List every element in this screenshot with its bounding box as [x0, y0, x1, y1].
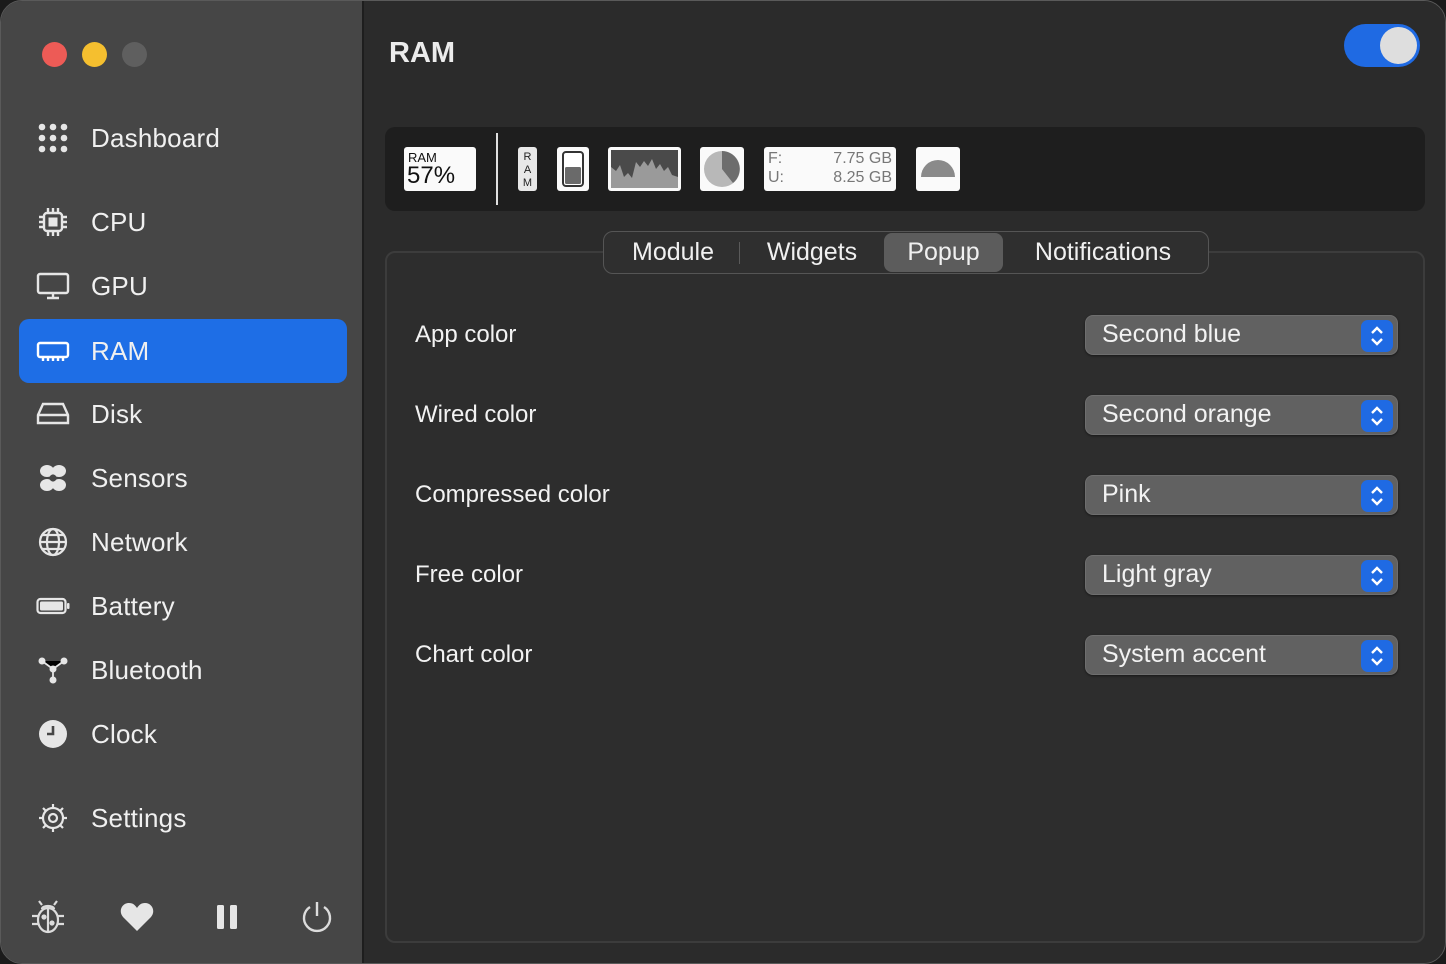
free-color-select[interactable]: Light gray	[1085, 555, 1398, 595]
compressed-color-select[interactable]: Pink	[1085, 475, 1398, 515]
gear-icon	[35, 800, 71, 836]
wired-color-select[interactable]: Second orange	[1085, 395, 1398, 435]
chevron-updown-icon	[1361, 320, 1393, 352]
sidebar-item-label: Dashboard	[91, 122, 220, 153]
dashboard-grid-icon	[35, 120, 71, 156]
wired-color-label: Wired color	[415, 401, 537, 428]
pause-icon[interactable]	[207, 897, 247, 937]
tab-widgets[interactable]: Widgets	[740, 233, 884, 272]
tab-notifications[interactable]: Notifications	[1003, 233, 1203, 272]
minimize-window-button[interactable]	[82, 42, 107, 67]
sidebar-item-label: Sensors	[91, 462, 188, 493]
chart-color-select[interactable]: System accent	[1085, 635, 1398, 675]
pie-chart-icon	[704, 151, 740, 187]
app-color-select[interactable]: Second blue	[1085, 315, 1398, 355]
gpu-display-icon	[35, 268, 71, 304]
bar-chart-icon	[562, 151, 584, 187]
sidebar-item-bluetooth[interactable]: Bluetooth	[19, 638, 347, 702]
globe-icon	[35, 524, 71, 560]
sidebar-footer	[1, 897, 364, 937]
page-title: RAM	[389, 37, 456, 69]
sidebar-item-label: RAM	[91, 335, 150, 366]
sidebar-item-network[interactable]: Network	[19, 510, 347, 574]
app-window: Dashboard CPU GPU RAM Disk Sensors Netwo…	[0, 0, 1446, 964]
line-chart-icon	[611, 150, 678, 188]
sidebar-item-label: Disk	[91, 398, 143, 429]
sidebar-item-label: GPU	[91, 270, 148, 301]
sidebar-item-battery[interactable]: Battery	[19, 574, 347, 638]
widget-divider	[496, 133, 498, 205]
sidebar-item-disk[interactable]: Disk	[19, 382, 347, 446]
close-window-button[interactable]	[42, 42, 67, 67]
tab-popup[interactable]: Popup	[884, 233, 1003, 272]
bluetooth-network-icon	[35, 652, 71, 688]
select-value: System accent	[1102, 640, 1266, 668]
chevron-updown-icon	[1361, 640, 1393, 672]
clock-icon	[35, 716, 71, 752]
used-value: 8.25 GB	[833, 169, 892, 186]
sidebar-item-ram[interactable]: RAM	[19, 319, 347, 383]
gauge-icon	[921, 160, 955, 177]
battery-icon	[35, 588, 71, 624]
ram-module-icon	[35, 333, 71, 369]
bug-icon[interactable]	[28, 897, 68, 937]
sidebar-item-clock[interactable]: Clock	[19, 702, 347, 766]
power-icon[interactable]	[297, 897, 337, 937]
sidebar: Dashboard CPU GPU RAM Disk Sensors Netwo…	[1, 1, 364, 963]
sidebar-item-label: Bluetooth	[91, 654, 203, 685]
sidebar-item-label: Settings	[91, 802, 187, 833]
sidebar-item-gpu[interactable]: GPU	[19, 254, 347, 318]
memory-widget-preview[interactable]: F: 7.75 GB U: 8.25 GB	[764, 147, 896, 191]
fan-icon	[35, 460, 71, 496]
cpu-chip-icon	[35, 204, 71, 240]
free-color-label: Free color	[415, 561, 524, 588]
widget-preview-strip: RAM 57% R A M F: 7.75 GB U: 8.25 GB	[385, 127, 1425, 211]
svg-text:R: R	[524, 151, 532, 163]
free-label: F:	[768, 150, 783, 167]
sidebar-item-label: Battery	[91, 590, 175, 621]
select-value: Second blue	[1102, 320, 1242, 348]
select-value: Second orange	[1102, 400, 1272, 428]
pie-widget-preview[interactable]	[700, 147, 744, 191]
chart-color-label: Chart color	[415, 641, 533, 668]
select-value: Pink	[1102, 480, 1151, 508]
free-value: 7.75 GB	[833, 150, 892, 167]
line-chart-widget-preview[interactable]	[608, 147, 681, 191]
sidebar-item-sensors[interactable]: Sensors	[19, 446, 347, 510]
settings-tabs: Module Widgets Popup Notifications	[603, 231, 1209, 274]
sidebar-item-label: CPU	[91, 206, 147, 237]
speedometer-widget-preview[interactable]	[916, 147, 960, 191]
bar-widget-preview[interactable]	[557, 147, 589, 191]
mini-widget-preview[interactable]: RAM 57%	[404, 147, 476, 191]
sidebar-item-settings[interactable]: Settings	[19, 786, 347, 850]
svg-text:A: A	[524, 164, 532, 176]
sidebar-item-label: Clock	[91, 718, 158, 749]
disk-drive-icon	[35, 396, 71, 432]
zoom-window-button[interactable]	[122, 42, 147, 67]
app-color-label: App color	[415, 321, 517, 348]
vertical-ram-label-icon: R A M	[523, 151, 532, 189]
heart-icon[interactable]	[117, 897, 157, 937]
used-label: U:	[768, 169, 784, 186]
chevron-updown-icon	[1361, 400, 1393, 432]
chevron-updown-icon	[1361, 560, 1393, 592]
chevron-updown-icon	[1361, 480, 1393, 512]
module-enable-toggle[interactable]	[1344, 24, 1420, 67]
sidebar-item-cpu[interactable]: CPU	[19, 190, 347, 254]
mini-widget-value: 57%	[407, 162, 456, 189]
sidebar-item-label: Network	[91, 526, 188, 557]
compressed-color-label: Compressed color	[415, 481, 610, 508]
label-widget-preview[interactable]: R A M	[518, 147, 537, 191]
tab-module[interactable]: Module	[607, 233, 739, 272]
select-value: Light gray	[1102, 560, 1212, 588]
main-content: RAM RAM 57% R A M F: 7.75 GB U: 8.25 GB …	[366, 1, 1445, 963]
window-controls	[42, 42, 147, 67]
sidebar-item-dashboard[interactable]: Dashboard	[19, 106, 347, 170]
svg-text:M: M	[523, 177, 532, 189]
toggle-knob	[1380, 27, 1417, 64]
